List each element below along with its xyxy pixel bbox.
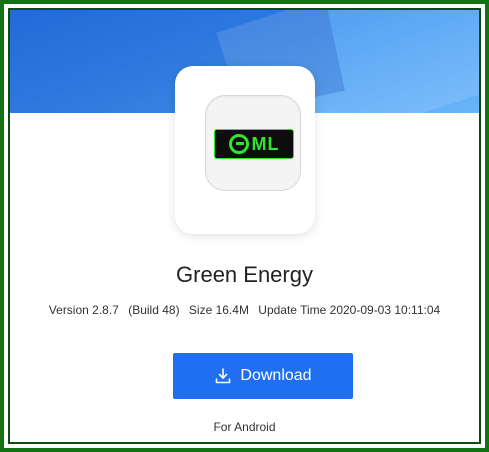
download-icon (216, 368, 231, 384)
size-text: Size 16.4M (188, 303, 249, 317)
update-time-text: Update Time 2020-09-03 10:11:04 (258, 303, 441, 317)
app-logo: ML (214, 129, 294, 159)
download-button[interactable]: Download (173, 353, 353, 399)
download-label: Download (240, 367, 312, 384)
app-meta: Version 2.8.7 (Build 48) Size 16.4M Upda… (10, 303, 479, 317)
logo-text: ML (251, 133, 280, 154)
app-icon: ML (205, 95, 301, 191)
app-title: Green Energy (176, 262, 313, 287)
app-detail-card: ML Green Energy Version 2.8.7 (Build 48)… (8, 8, 481, 444)
page-frame: ML Green Energy Version 2.8.7 (Build 48)… (0, 0, 489, 452)
g-logo-icon (228, 134, 249, 154)
platform-text: For Android (213, 420, 276, 434)
app-icon-card: ML (175, 66, 315, 234)
version-text: Version 2.8.7 (48, 303, 119, 317)
build-text: (Build 48) (128, 303, 180, 317)
